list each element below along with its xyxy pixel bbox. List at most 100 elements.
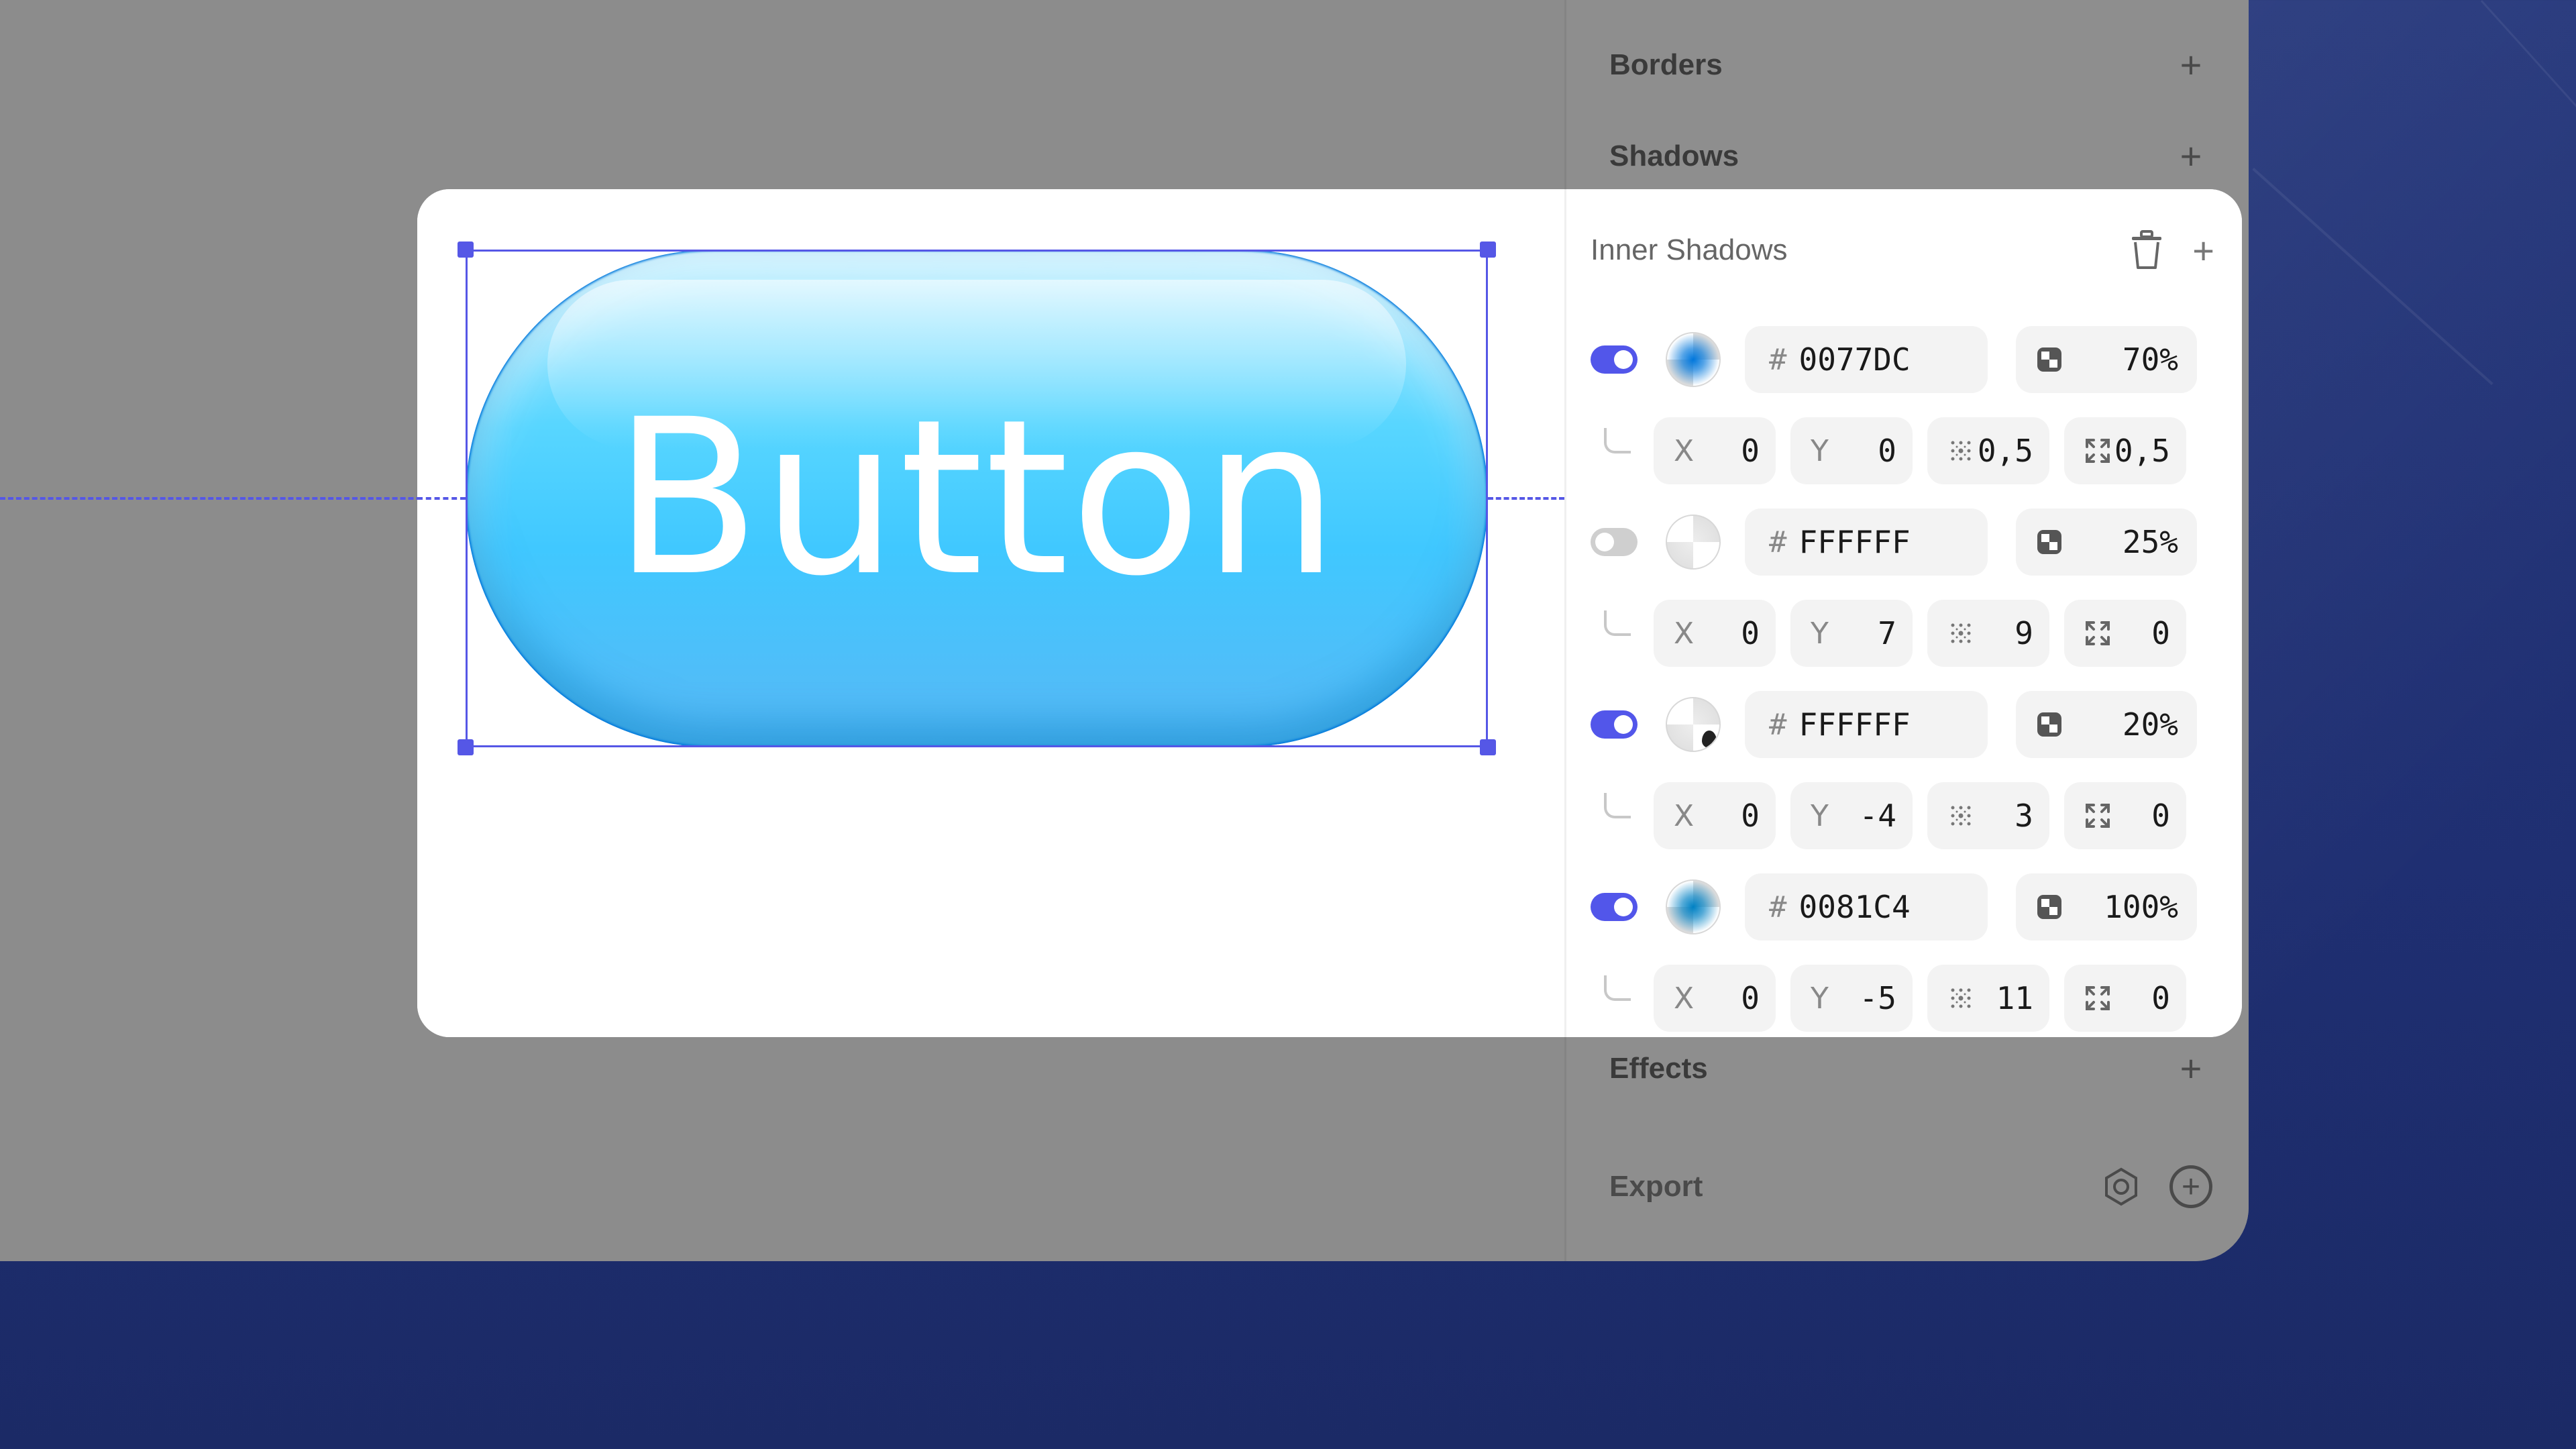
inner-shadow-toggle[interactable]: [1591, 345, 1638, 374]
alignment-guide: [0, 497, 470, 500]
color-swatch[interactable]: [1666, 332, 1721, 387]
hex-color-field[interactable]: #0077DC: [1745, 326, 1988, 393]
add-inner-shadow-button[interactable]: +: [2192, 229, 2214, 272]
inner-shadow-row: #0077DC 70%: [1591, 326, 2214, 393]
inner-shadows-header: Inner Shadows +: [1591, 220, 2214, 280]
y-label: Y: [1811, 981, 1829, 1016]
y-value: -5: [1859, 980, 1896, 1016]
shadows-title: Shadows: [1609, 140, 1739, 172]
nesting-elbow: [1604, 975, 1631, 1001]
blur-field[interactable]: 3: [1927, 782, 2049, 849]
x-offset-field[interactable]: X0: [1654, 600, 1776, 667]
effects-section: Effects +: [1609, 1038, 2212, 1099]
x-label: X: [1674, 981, 1695, 1016]
add-shadow-button[interactable]: +: [2169, 135, 2212, 178]
nesting-elbow: [1604, 428, 1631, 453]
blur-field[interactable]: 0,5: [1927, 417, 2049, 484]
spread-icon: [2086, 986, 2110, 1010]
effects-title: Effects: [1609, 1052, 1708, 1085]
inner-shadow-toggle[interactable]: [1591, 710, 1638, 739]
nesting-elbow: [1604, 610, 1631, 636]
resize-handle-top-right[interactable]: [1480, 241, 1496, 258]
resize-handle-bottom-left[interactable]: [458, 739, 474, 755]
card-canvas[interactable]: Button: [417, 189, 1564, 1037]
toggle-knob: [1614, 898, 1633, 916]
hex-value: FFFFFF: [1799, 706, 1911, 743]
swatch-tint: [1667, 333, 1719, 386]
y-label: Y: [1811, 433, 1829, 468]
opacity-value: 100%: [2104, 889, 2178, 925]
resize-handle-bottom-right[interactable]: [1480, 739, 1496, 755]
color-swatch[interactable]: [1666, 697, 1721, 752]
opacity-value: 25%: [2122, 524, 2178, 560]
x-offset-field[interactable]: X0: [1654, 965, 1776, 1032]
hex-value: 0077DC: [1799, 341, 1911, 378]
trash-icon[interactable]: [2128, 229, 2165, 272]
blur-icon: [1951, 988, 1971, 1008]
inner-shadow-toggle[interactable]: [1591, 528, 1638, 556]
swatch-tint: [1667, 516, 1719, 568]
y-offset-field[interactable]: Y -4: [1790, 782, 1913, 849]
y-offset-field[interactable]: Y7: [1790, 600, 1913, 667]
spread-value: 0: [2151, 615, 2170, 651]
color-swatch[interactable]: [1666, 515, 1721, 570]
hex-value: 0081C4: [1799, 889, 1911, 925]
opacity-icon: [2037, 347, 2061, 372]
opacity-field[interactable]: 70%: [2016, 326, 2197, 393]
hash-label: #: [1769, 525, 1787, 559]
inner-shadow-params: X0Y79 0: [1591, 600, 2214, 667]
inner-shadow-params: X 0 Y 0 0,5 0,5: [1591, 417, 2214, 484]
alignment-guide: [1488, 497, 1564, 500]
inner-shadows-title: Inner Shadows: [1591, 233, 1788, 266]
blur-field[interactable]: 9: [1927, 600, 2049, 667]
resize-handle-top-left[interactable]: [458, 241, 474, 258]
spread-field[interactable]: 0: [2064, 965, 2186, 1032]
x-value: 0: [1741, 615, 1760, 651]
x-offset-field[interactable]: X0: [1654, 782, 1776, 849]
hex-color-field[interactable]: # FFFFFF: [1745, 508, 1988, 576]
toggle-knob: [1614, 715, 1633, 734]
inner-shadow-toggle[interactable]: [1591, 893, 1638, 921]
spread-value: 0: [2151, 798, 2170, 834]
spread-field[interactable]: 0: [2064, 782, 2186, 849]
export-actions: +: [2100, 1165, 2212, 1208]
spread-field[interactable]: 0: [2064, 600, 2186, 667]
spread-icon: [2086, 621, 2110, 645]
hex-value: FFFFFF: [1799, 524, 1911, 560]
blur-icon: [1951, 623, 1971, 643]
eyedropper-icon: [1702, 731, 1717, 748]
y-offset-field[interactable]: Y0: [1790, 417, 1913, 484]
opacity-icon: [2037, 530, 2061, 554]
y-value: 0: [1878, 433, 1896, 469]
inner-shadow-params: X 0 Y -5 11 0: [1591, 965, 2214, 1032]
wallpaper-sheen: [2241, 0, 2576, 1449]
toggle-knob: [1595, 533, 1614, 551]
color-swatch[interactable]: [1666, 879, 1721, 934]
alignment-guide: [417, 497, 466, 500]
nesting-elbow: [1604, 793, 1631, 818]
blur-icon: [1951, 806, 1971, 826]
swatch-tint: [1667, 881, 1719, 933]
spread-field[interactable]: 0,5: [2064, 417, 2186, 484]
blur-field[interactable]: 11: [1927, 965, 2049, 1032]
opacity-field[interactable]: 25%: [2016, 508, 2197, 576]
y-offset-field[interactable]: Y -5: [1790, 965, 1913, 1032]
hex-color-field[interactable]: #0081C4: [1745, 873, 1988, 941]
add-effect-button[interactable]: +: [2169, 1047, 2212, 1090]
opacity-value: 70%: [2122, 341, 2178, 378]
add-border-button[interactable]: +: [2169, 44, 2212, 87]
x-offset-field[interactable]: X0: [1654, 417, 1776, 484]
add-export-button[interactable]: +: [2169, 1165, 2212, 1208]
export-section: Export +: [1609, 1157, 2212, 1217]
y-label: Y: [1811, 798, 1829, 833]
borders-section: Borders +: [1609, 35, 2212, 95]
hash-label: #: [1769, 890, 1787, 924]
inner-shadow-row: # FFFFFF 20%: [1591, 691, 2214, 758]
export-settings-icon[interactable]: [2100, 1165, 2143, 1208]
hex-color-field[interactable]: # FFFFFF: [1745, 691, 1988, 758]
x-value: 0: [1741, 798, 1760, 834]
inner-shadow-row: #0081C4 100%: [1591, 873, 2214, 941]
opacity-field[interactable]: 20%: [2016, 691, 2197, 758]
blur-value: 11: [1996, 980, 2033, 1016]
opacity-field[interactable]: 100%: [2016, 873, 2197, 941]
